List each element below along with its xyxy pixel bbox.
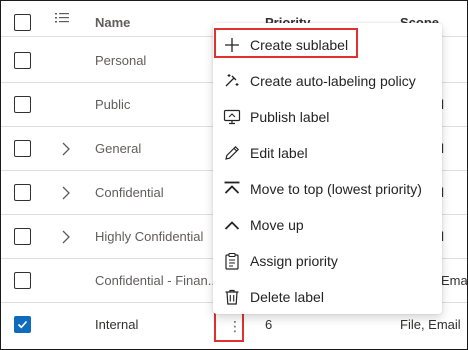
menu-item-label: Assign priority — [250, 253, 338, 269]
row-checkbox[interactable] — [14, 272, 31, 289]
publish-icon — [223, 109, 241, 125]
chevron-right-icon[interactable] — [62, 230, 70, 244]
context-menu: Create sublabel Create auto-labeling pol… — [213, 23, 442, 314]
column-header-name[interactable]: Name — [95, 15, 130, 30]
label-name: General — [95, 141, 142, 156]
menu-item-move-to-top[interactable]: Move to top (lowest priority) — [213, 171, 442, 207]
menu-item-label: Publish label — [250, 109, 330, 125]
label-name: Personal — [95, 53, 147, 68]
label-name: Internal — [95, 317, 139, 332]
menu-item-delete-label[interactable]: Delete label — [213, 279, 442, 315]
row-checkbox-checked[interactable] — [14, 316, 31, 333]
menu-item-assign-priority[interactable]: Assign priority — [213, 243, 442, 279]
clipboard-icon — [225, 252, 239, 270]
label-name: Highly Confidential — [95, 229, 204, 244]
trash-icon — [225, 289, 239, 305]
more-actions-button[interactable]: ⋮ — [214, 312, 244, 342]
menu-item-label: Delete label — [250, 289, 324, 305]
row-checkbox[interactable] — [14, 96, 31, 113]
list-view-icon[interactable] — [55, 12, 69, 24]
more-vertical-icon: ⋮ — [228, 318, 242, 334]
label-name: Confidential — [95, 185, 164, 200]
row-checkbox[interactable] — [14, 52, 31, 69]
pencil-icon — [225, 145, 240, 160]
menu-item-publish-label[interactable]: Publish label — [213, 99, 442, 135]
labels-table: Name Priority Scope Personal Public ail … — [0, 0, 468, 350]
menu-item-move-up[interactable]: Move up — [213, 207, 442, 243]
select-all-checkbox[interactable] — [14, 14, 31, 31]
chevron-up-icon — [224, 221, 240, 230]
label-priority: 6 — [265, 317, 273, 332]
label-name: Public — [95, 97, 131, 112]
row-checkbox[interactable] — [14, 184, 31, 201]
menu-item-create-auto-labeling-policy[interactable]: Create auto-labeling policy — [213, 63, 442, 99]
checkmark-icon — [17, 320, 28, 329]
create-sublabel-highlight — [214, 28, 358, 58]
row-checkbox[interactable] — [14, 140, 31, 157]
chevron-right-icon[interactable] — [62, 142, 70, 156]
menu-item-label: Move to top (lowest priority) — [250, 181, 422, 197]
label-scope: File, Email — [400, 317, 461, 332]
menu-item-label: Edit label — [250, 145, 308, 161]
chevron-right-icon[interactable] — [62, 186, 70, 200]
auto-label-icon — [225, 74, 239, 87]
menu-item-edit-label[interactable]: Edit label — [213, 135, 442, 171]
label-name: Confidential - Finan... — [95, 273, 219, 288]
move-to-top-icon — [224, 181, 240, 194]
row-checkbox[interactable] — [14, 228, 31, 245]
menu-item-label: Move up — [250, 217, 304, 233]
menu-item-label: Create auto-labeling policy — [250, 73, 416, 89]
